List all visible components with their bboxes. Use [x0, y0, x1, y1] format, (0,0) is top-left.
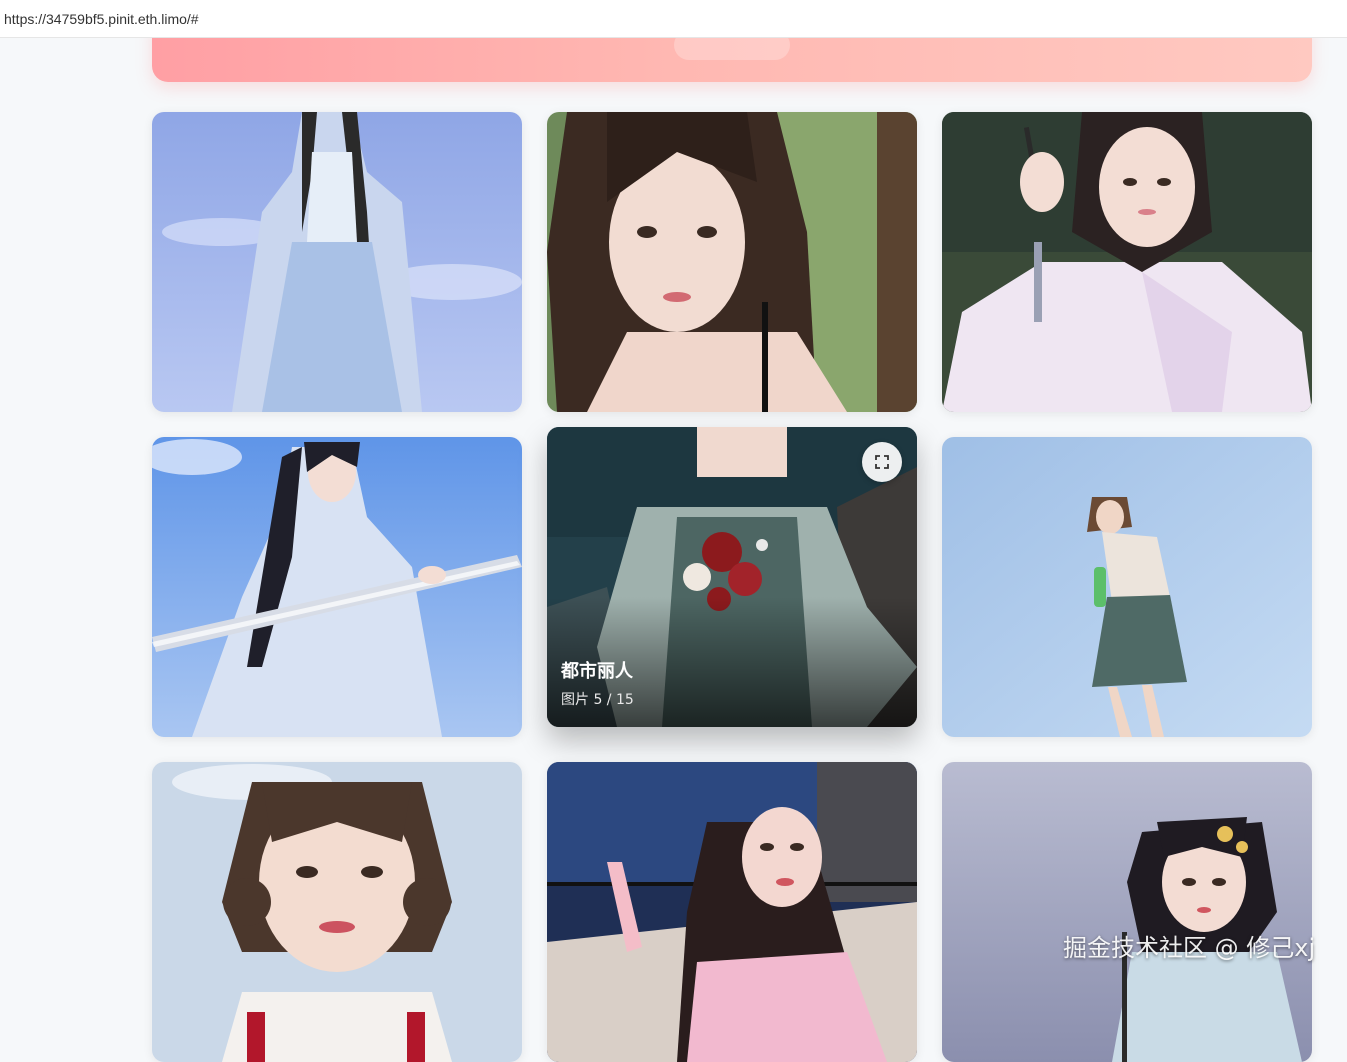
gallery-card-1[interactable]: [152, 112, 522, 412]
gallery-card-2[interactable]: [547, 112, 917, 412]
fullscreen-icon: [875, 455, 889, 469]
expand-button[interactable]: [862, 442, 902, 482]
gallery-image-9: [942, 762, 1312, 1062]
gallery-image-7: [152, 762, 522, 1062]
gallery-card-3[interactable]: [942, 112, 1312, 412]
card-title: 都市丽人: [561, 661, 633, 682]
gallery-card-5[interactable]: 都市丽人 图片 5 / 15: [547, 427, 917, 727]
gallery-card-4[interactable]: [152, 437, 522, 737]
gallery-image-3: [942, 112, 1312, 412]
gallery-card-6[interactable]: [942, 437, 1312, 737]
gallery-image-1: [152, 112, 522, 412]
watermark-text: 掘金技术社区 @ 修己xj: [1063, 934, 1316, 962]
gallery-image-6: [942, 437, 1312, 737]
address-url[interactable]: https://34759bf5.pinit.eth.limo/#: [4, 11, 199, 27]
gallery-image-2: [547, 112, 917, 412]
gallery-card-9[interactable]: [942, 762, 1312, 1062]
gallery-image-4: [152, 437, 522, 737]
gallery-card-7[interactable]: [152, 762, 522, 1062]
gallery-image-8: [547, 762, 917, 1062]
card-counter: 图片 5 / 15: [561, 692, 634, 708]
browser-address-bar[interactable]: https://34759bf5.pinit.eth.limo/#: [0, 0, 1347, 38]
gallery-card-8[interactable]: [547, 762, 917, 1062]
